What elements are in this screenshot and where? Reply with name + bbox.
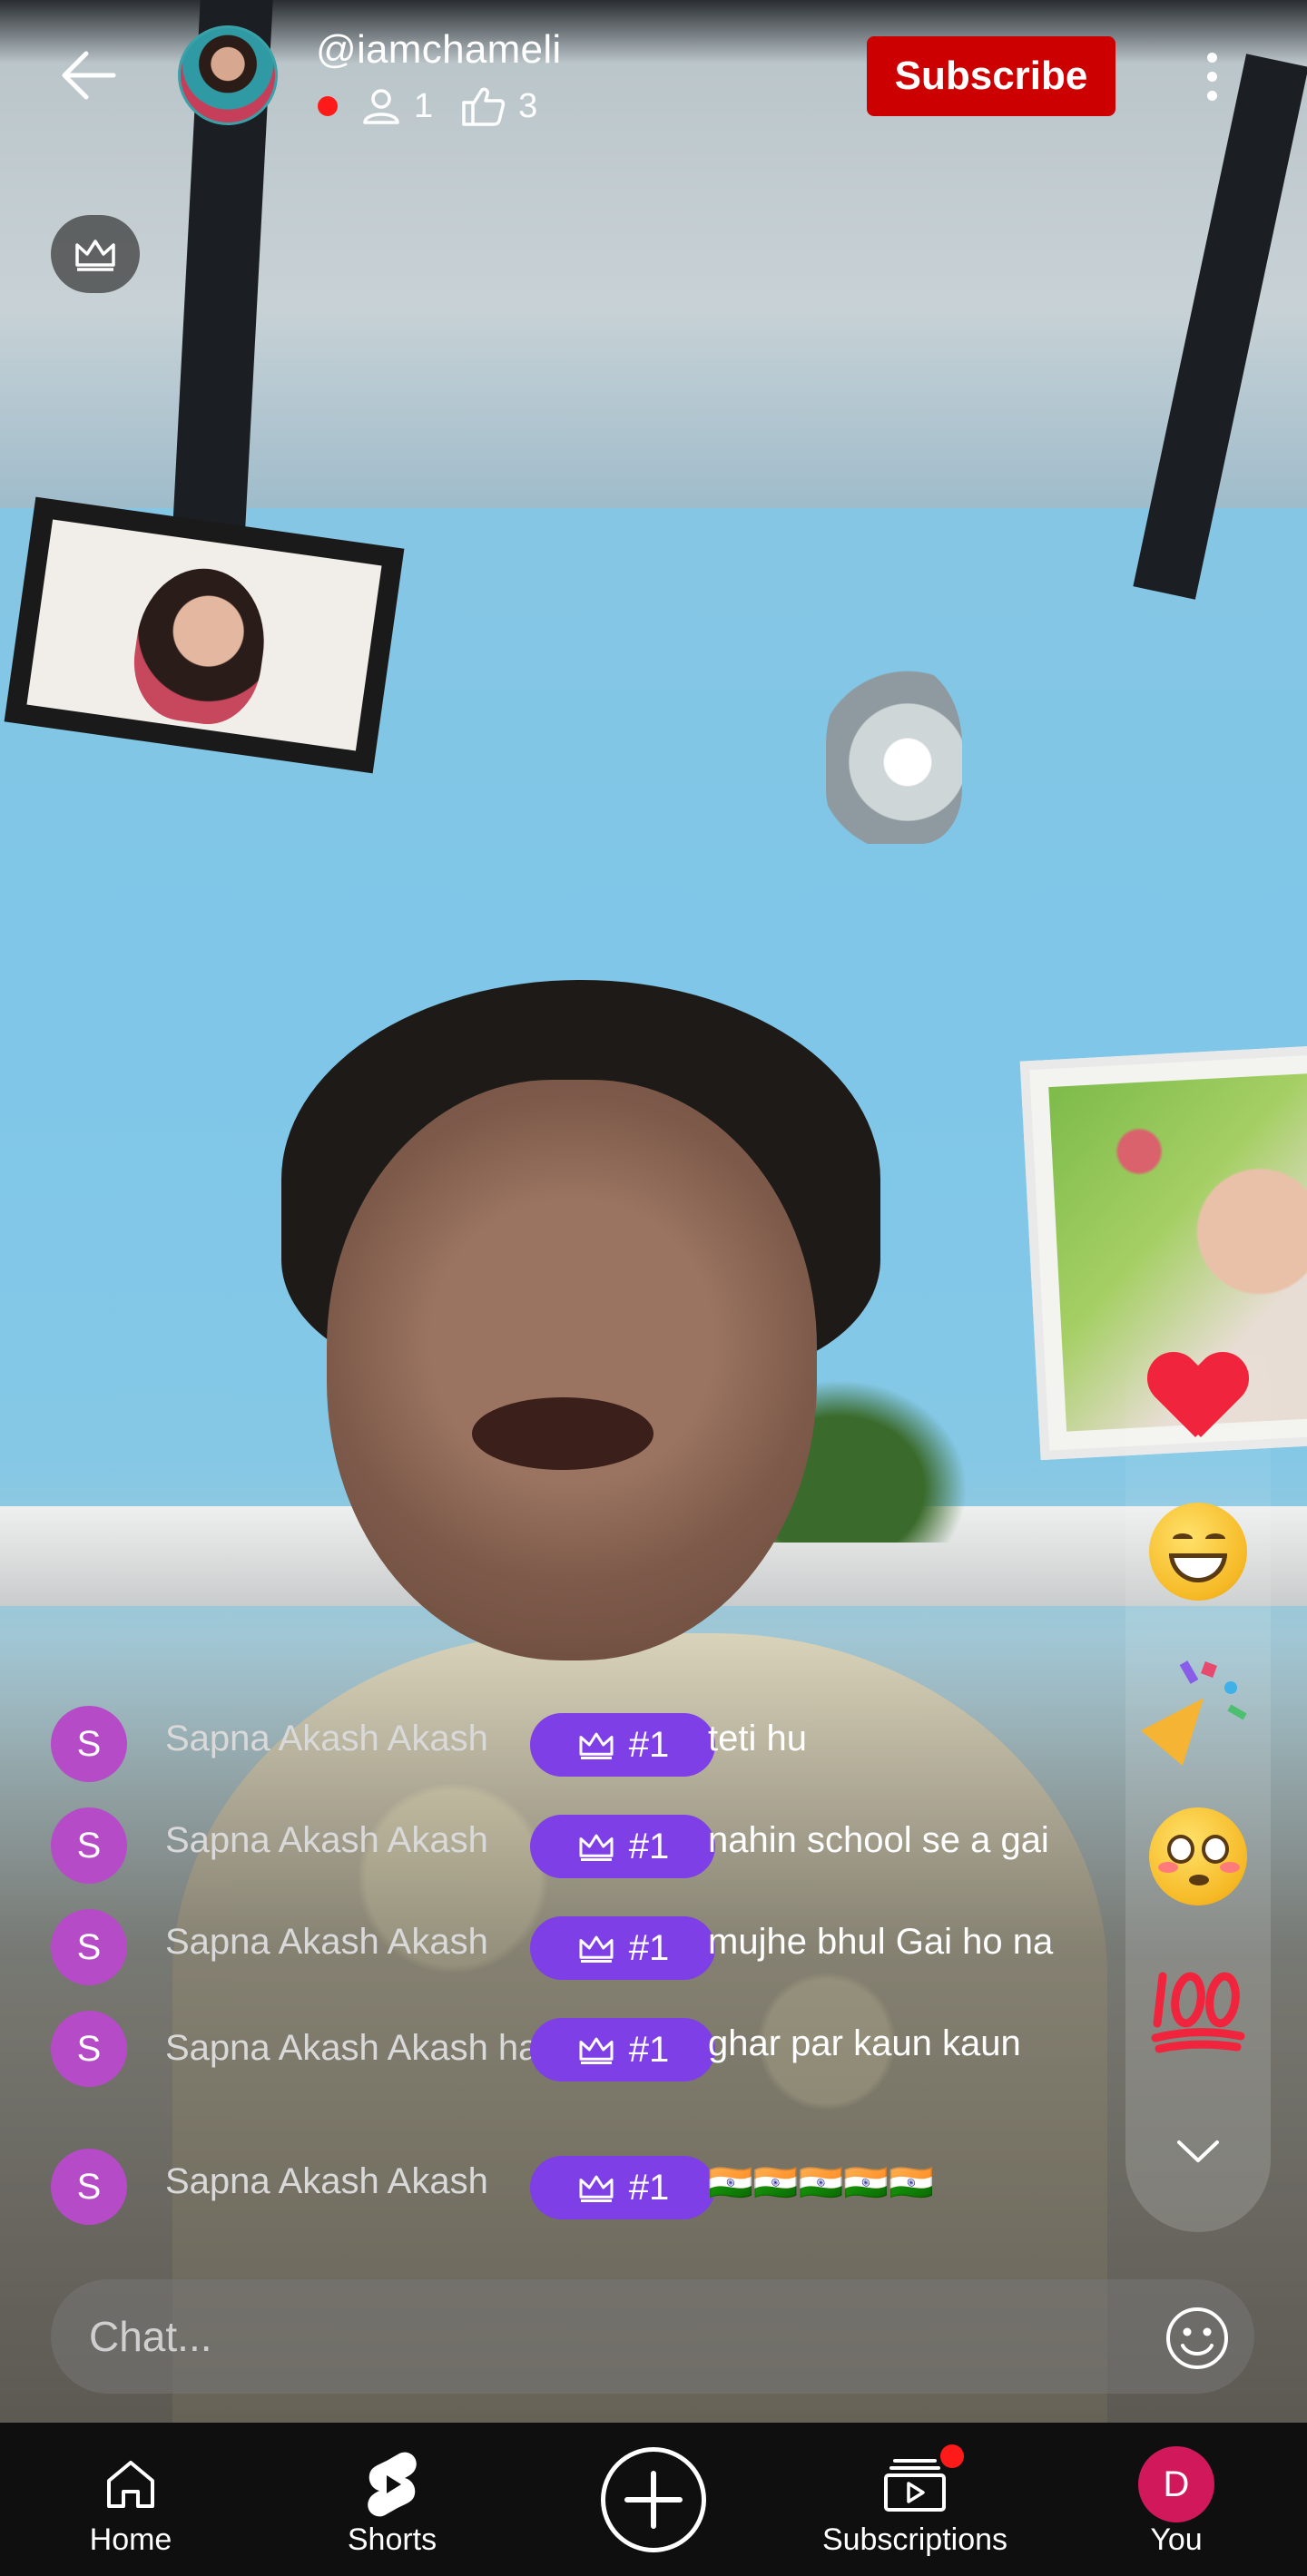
notification-dot xyxy=(940,2444,964,2468)
chat-author[interactable]: Sapna Akash Akash hai xyxy=(165,2023,565,2072)
arrow-left-icon xyxy=(62,51,116,100)
grinning-face-reaction-button[interactable] xyxy=(1145,1499,1251,1604)
chat-author[interactable]: Sapna Akash Akash xyxy=(165,1719,488,1759)
viewer-count: 1 xyxy=(414,86,434,125)
top-supporter-badge: #1 xyxy=(530,1916,715,1980)
flushed-face-reaction-button[interactable] xyxy=(1145,1804,1251,1909)
you-avatar-icon: D xyxy=(1138,2446,1214,2522)
reactions-panel xyxy=(1125,1316,1271,2232)
nav-shorts-label: Shorts xyxy=(347,2522,437,2557)
back-button[interactable] xyxy=(47,34,129,116)
dot xyxy=(1206,90,1217,101)
nav-home[interactable]: Home xyxy=(22,2423,240,2576)
chat-text: ghar par kaun kaun xyxy=(708,2023,1021,2063)
chat-author[interactable]: Sapna Akash Akash xyxy=(165,1820,488,1861)
live-indicator xyxy=(318,96,338,116)
subscriptions-icon xyxy=(882,2444,964,2519)
top-supporter-badge: #1 xyxy=(530,1713,715,1777)
nav-you-label: You xyxy=(1150,2522,1203,2557)
badge-rank: #1 xyxy=(628,1927,670,1968)
hundred-points-emoji-icon xyxy=(1151,1972,1245,2053)
crown-icon xyxy=(75,240,115,271)
nav-subscriptions-label: Subscriptions xyxy=(821,2522,1008,2557)
top-supporter-badge: #1 xyxy=(530,2156,715,2219)
live-stats: 1 3 xyxy=(318,83,552,129)
chat-author[interactable]: Sapna Akash Akash xyxy=(165,2161,488,2202)
badge-rank: #1 xyxy=(628,1826,670,1866)
wall-lamp xyxy=(826,662,962,844)
emoji-picker-button[interactable] xyxy=(1164,2305,1231,2372)
grinning-face-emoji-icon xyxy=(1149,1503,1247,1601)
chat-text: teti hu xyxy=(708,1719,807,1758)
more-options-button[interactable] xyxy=(1180,36,1243,116)
chat-avatar[interactable]: S xyxy=(51,1909,127,1985)
hundred-points-reaction-button[interactable] xyxy=(1145,1956,1251,2062)
crown-icon xyxy=(579,2037,614,2064)
crown-icon xyxy=(579,2175,614,2202)
leaderboard-crown-button[interactable] xyxy=(51,215,140,293)
nav-you[interactable]: D You xyxy=(1067,2423,1285,2576)
chat-text: nahin school se a gai xyxy=(708,1820,1049,1860)
chat-avatar[interactable]: S xyxy=(51,2149,127,2225)
subscribe-button[interactable]: Subscribe xyxy=(867,36,1115,116)
chat-avatar[interactable]: S xyxy=(51,2011,127,2087)
dot xyxy=(1206,71,1217,82)
party-popper-reaction-button[interactable] xyxy=(1140,1651,1251,1766)
nav-shorts[interactable]: Shorts xyxy=(283,2423,501,2576)
chevron-down-icon xyxy=(1177,2140,1219,2162)
nav-home-label: Home xyxy=(89,2522,172,2557)
heart-reaction-button[interactable] xyxy=(1145,1347,1251,1452)
thumbs-up-icon xyxy=(462,87,506,126)
channel-avatar[interactable] xyxy=(178,25,278,125)
chat-input[interactable]: Chat... xyxy=(51,2279,1254,2394)
nav-subscriptions[interactable]: Subscriptions xyxy=(806,2423,1024,2576)
flushed-face-emoji-icon xyxy=(1149,1807,1247,1905)
home-icon xyxy=(102,2450,160,2519)
crown-icon xyxy=(579,1834,614,1861)
top-supporter-badge: #1 xyxy=(530,2018,715,2081)
create-button[interactable] xyxy=(601,2447,706,2552)
plus-icon xyxy=(624,2471,683,2529)
person-icon xyxy=(363,89,399,124)
badge-rank: #1 xyxy=(628,1724,670,1765)
smiley-icon xyxy=(1166,2307,1228,2369)
chat-avatar[interactable]: S xyxy=(51,1706,127,1782)
chat-text: 🇮🇳🇮🇳🇮🇳🇮🇳🇮🇳 xyxy=(708,2163,935,2203)
shorts-icon xyxy=(363,2450,421,2519)
crown-icon xyxy=(579,1732,614,1759)
dot xyxy=(1206,52,1217,63)
crown-icon xyxy=(579,1935,614,1963)
collapse-reactions-button[interactable] xyxy=(1162,2114,1234,2187)
badge-rank: #1 xyxy=(628,2167,670,2208)
chat-author[interactable]: Sapna Akash Akash xyxy=(165,1922,488,1963)
chat-text: mujhe bhul Gai ho na xyxy=(708,1922,1054,1962)
account-avatar: D xyxy=(1138,2446,1214,2522)
wall-portrait-frame xyxy=(4,496,405,774)
heart-emoji-icon xyxy=(1148,1354,1248,1445)
party-popper-emoji-icon xyxy=(1140,1654,1248,1766)
like-count: 3 xyxy=(518,86,538,125)
badge-rank: #1 xyxy=(628,2029,670,2070)
top-supporter-badge: #1 xyxy=(530,1815,715,1878)
chat-avatar[interactable]: S xyxy=(51,1807,127,1884)
channel-name[interactable]: @iamchameli xyxy=(316,27,561,73)
